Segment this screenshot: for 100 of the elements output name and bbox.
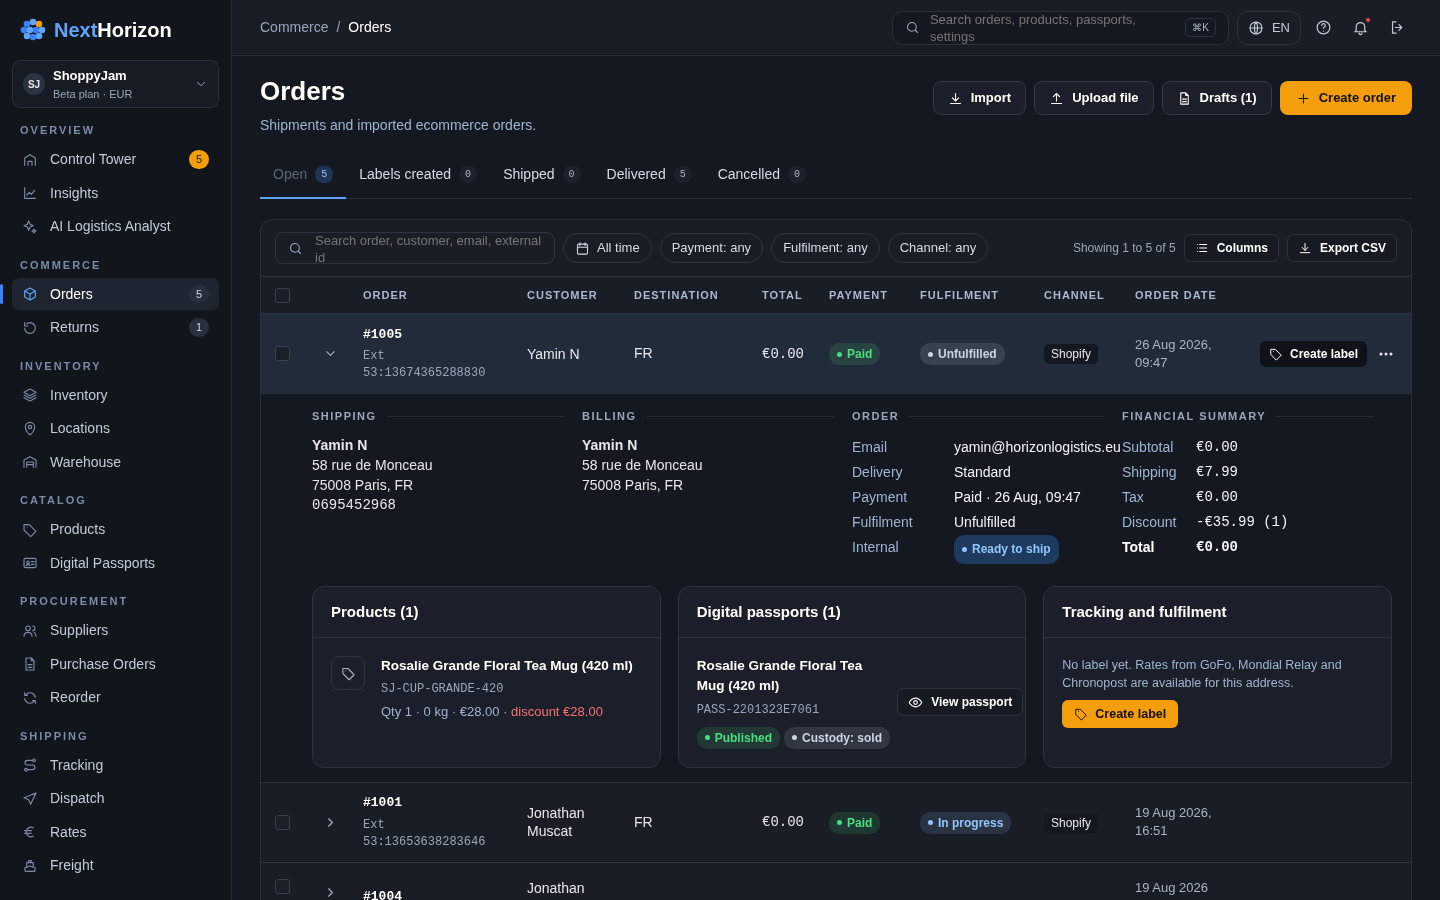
- section-heading: BILLING: [582, 408, 852, 425]
- summary-value: €0.00: [1196, 537, 1238, 557]
- breadcrumb-link[interactable]: Commerce: [260, 17, 329, 38]
- more-icon: [1379, 351, 1393, 356]
- account-switcher[interactable]: SJ ShoppyJam Beta plan · EUR: [12, 60, 219, 108]
- order-date: 19 Aug 2026, 16:51: [1135, 804, 1213, 841]
- row-checkbox[interactable]: [275, 878, 290, 894]
- search-icon: [288, 240, 303, 256]
- sidebar-item[interactable]: Tracking: [12, 749, 219, 781]
- sidebar-item[interactable]: Orders 5: [12, 278, 219, 310]
- action-button[interactable]: Import: [932, 81, 1027, 115]
- upload-icon: [1049, 90, 1065, 106]
- external-id: Ext 53:13653638283646: [363, 816, 487, 851]
- status-tab[interactable]: Cancelled 0: [704, 156, 819, 200]
- line-chart-icon: [22, 185, 38, 201]
- sidebar-item[interactable]: Control Tower 5: [12, 143, 219, 176]
- product-name[interactable]: Rosalie Grande Floral Tea Mug (420 ml): [381, 656, 633, 677]
- language-button[interactable]: EN: [1236, 10, 1301, 45]
- address-line: 58 rue de Monceau: [312, 455, 434, 475]
- card-title: Tracking and fulfilment: [1044, 586, 1391, 639]
- product-meta: Qty 1 · 0 kg · €28.00 · discount €28.00: [381, 703, 604, 722]
- summary-label: Total: [1122, 537, 1156, 557]
- order-number[interactable]: #1001: [363, 793, 527, 813]
- sidebar-item[interactable]: Insights: [12, 177, 219, 209]
- users-icon: [22, 622, 38, 639]
- column-header: DESTINATION: [634, 287, 720, 303]
- summary-label: Discount: [1122, 512, 1178, 532]
- row-checkbox[interactable]: [275, 346, 290, 362]
- avatar: SJ: [23, 73, 45, 95]
- field-label: Delivery: [852, 462, 904, 482]
- customer-name: Jonathan Muscat: [527, 804, 586, 841]
- sidebar-item[interactable]: Rates: [12, 816, 219, 848]
- summary-value: €0.00: [1196, 437, 1238, 457]
- field-label: Payment: [852, 487, 909, 507]
- product-sku: SJ-CUP-GRANDE-420: [381, 681, 505, 699]
- column-header: ORDER: [363, 287, 409, 303]
- brand-name: NextHorizon: [54, 18, 172, 43]
- status-tab[interactable]: Shipped 0: [490, 156, 594, 200]
- create-label-button[interactable]: Create label: [1260, 340, 1368, 367]
- sidebar-item[interactable]: Inventory: [12, 379, 219, 411]
- field-label: Email: [852, 437, 888, 457]
- select-all-checkbox[interactable]: [275, 287, 290, 303]
- address-line: 75008 Paris, FR: [582, 475, 685, 495]
- customer-name: Jonathan: [527, 878, 586, 897]
- status-tab[interactable]: Open 5: [260, 156, 347, 200]
- count-badge: 1: [188, 318, 209, 337]
- external-id: Ext 53:13674365288830: [363, 348, 487, 383]
- status-tab[interactable]: Labels created 0: [346, 156, 491, 200]
- sidebar-item[interactable]: Locations: [12, 412, 219, 445]
- sidebar-item[interactable]: Suppliers: [12, 614, 219, 647]
- order-search-field[interactable]: Search order, customer, email, external id: [275, 232, 555, 265]
- row-checkbox[interactable]: [275, 814, 290, 830]
- address-name: Yamin N: [582, 435, 639, 455]
- account-name: ShoppyJam: [53, 67, 128, 85]
- column-header: ORDER DATE: [1135, 287, 1218, 303]
- passport-name[interactable]: Rosalie Grande Floral Tea Mug (420 ml): [696, 656, 887, 697]
- sidebar-item[interactable]: Reorder: [12, 681, 219, 714]
- sidebar-item[interactable]: Freight: [12, 849, 219, 882]
- sidebar-item[interactable]: Products: [12, 513, 219, 546]
- status-pill: Paid: [829, 343, 881, 366]
- field-value: Standard: [954, 462, 1011, 482]
- passport-code: PASS-2201323E7061: [696, 701, 821, 719]
- account-plan: Beta plan · EUR: [53, 86, 134, 102]
- status-pill: Published: [696, 726, 780, 749]
- section-title: CATALOG: [20, 493, 88, 508]
- status-pill: In progress: [920, 811, 1012, 834]
- shortcut-hint: ⌘K: [1185, 18, 1216, 37]
- view-passport-button[interactable]: View passport: [897, 688, 1024, 717]
- toolbar-button[interactable]: Export CSV: [1287, 234, 1397, 263]
- route-icon: [22, 757, 38, 773]
- active-indicator: [0, 284, 3, 304]
- status-pill: Unfulfilled: [920, 343, 1005, 366]
- search-icon: [904, 20, 920, 35]
- sidebar-item[interactable]: AI Logistics Analyst: [12, 210, 219, 243]
- status-pill: Paid: [829, 811, 881, 834]
- status-tab[interactable]: Delivered 5: [593, 156, 705, 200]
- sidebar-item[interactable]: Dispatch: [12, 782, 219, 815]
- order-number[interactable]: #1005: [363, 324, 527, 345]
- order-total: €0.00: [762, 814, 804, 831]
- action-button[interactable]: Upload file: [1034, 81, 1154, 115]
- order-number[interactable]: #1004: [363, 886, 527, 900]
- globe-icon: [1247, 19, 1264, 36]
- phone-number: 0695452968: [312, 495, 397, 515]
- section-title: OVERVIEW: [20, 123, 97, 138]
- order-total: €0.00: [762, 345, 804, 362]
- page-title: Orders: [260, 76, 347, 108]
- action-button[interactable]: Create order: [1279, 81, 1412, 115]
- global-search-field[interactable]: Search orders, products, passports, settings ⌘K: [891, 10, 1229, 45]
- create-label-button[interactable]: Create label: [1062, 700, 1179, 729]
- summary-value: -€35.99 (1): [1196, 512, 1289, 532]
- customer-name: Yamin N: [527, 344, 581, 363]
- action-button[interactable]: Drafts (1): [1161, 81, 1272, 115]
- toolbar-button[interactable]: Columns: [1183, 234, 1279, 263]
- sidebar-item[interactable]: Digital Passports: [12, 547, 219, 579]
- breadcrumb-separator: /: [336, 18, 341, 37]
- sidebar-item[interactable]: Purchase Orders: [12, 648, 219, 680]
- sidebar-item[interactable]: Returns 1: [12, 311, 219, 344]
- summary-label: Subtotal: [1122, 437, 1175, 457]
- sidebar-item[interactable]: Warehouse: [12, 446, 219, 478]
- channel-tag: Shopify: [1044, 344, 1099, 365]
